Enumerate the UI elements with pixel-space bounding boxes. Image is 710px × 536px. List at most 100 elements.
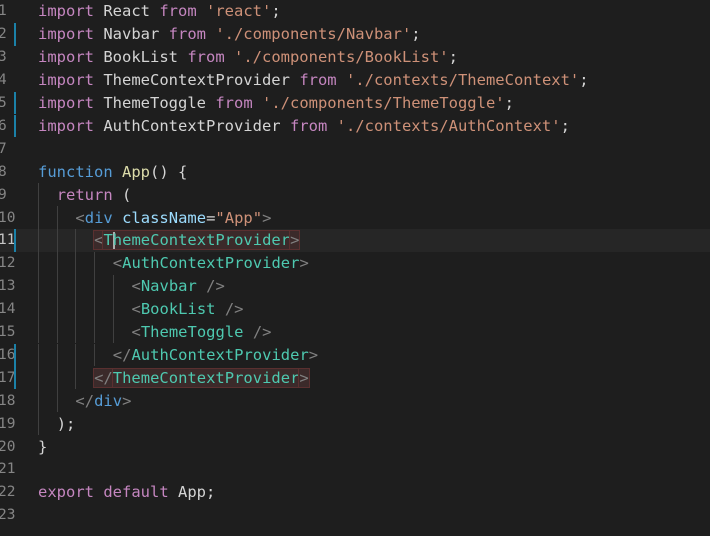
code-token: from bbox=[187, 48, 225, 67]
code-text[interactable]: return ( bbox=[38, 183, 131, 207]
code-line[interactable]: 5 import ThemeToggle from './components/T… bbox=[0, 91, 710, 115]
line-gutter: 6 bbox=[0, 114, 38, 138]
line-number: 8 bbox=[0, 163, 7, 180]
line-gutter: 20 bbox=[0, 435, 38, 458]
code-token: import bbox=[38, 25, 94, 44]
code-token: React bbox=[94, 2, 160, 21]
code-line[interactable]: 7 bbox=[0, 137, 710, 160]
code-token: } bbox=[38, 437, 48, 456]
code-line[interactable]: 22 export default App; bbox=[0, 481, 710, 504]
code-token: BookList bbox=[140, 300, 216, 319]
line-gutter: 18 bbox=[0, 389, 38, 412]
code-text[interactable]: < ThemeContextProvider > bbox=[38, 229, 301, 252]
code-text[interactable]: export default App; bbox=[38, 481, 215, 504]
indent-guide bbox=[94, 297, 96, 321]
code-token: div bbox=[84, 208, 113, 227]
indent-guide bbox=[56, 274, 58, 298]
line-gutter: 13 bbox=[0, 275, 38, 298]
code-token: < bbox=[131, 300, 141, 319]
code-line[interactable]: 19); bbox=[0, 412, 710, 436]
code-text[interactable]: < ThemeToggle /> bbox=[38, 320, 272, 344]
code-text[interactable]: function App() { bbox=[38, 160, 187, 183]
code-token: /> bbox=[215, 300, 244, 319]
code-text[interactable]: import BookList from './components/BookL… bbox=[38, 46, 458, 69]
code-line[interactable]: 4 import ThemeContextProvider from './con… bbox=[0, 69, 710, 92]
line-gutter: 10 bbox=[0, 206, 38, 229]
code-text[interactable]: } bbox=[38, 435, 47, 458]
code-line[interactable]: 10 < div className = "App" > bbox=[0, 206, 710, 229]
code-line[interactable]: 3 import BookList from './components/Book… bbox=[0, 46, 710, 69]
line-number: 5 bbox=[0, 95, 7, 112]
code-line[interactable]: 14 < BookList /> bbox=[0, 297, 710, 321]
code-text[interactable]: < BookList /> bbox=[38, 297, 244, 321]
code-token: AuthContextProvider bbox=[131, 345, 309, 364]
line-number: 18 bbox=[0, 392, 16, 409]
line-number: 2 bbox=[0, 26, 7, 43]
line-number: 6 bbox=[0, 117, 7, 134]
code-token: > bbox=[308, 345, 319, 364]
code-text[interactable]: ); bbox=[38, 412, 75, 436]
code-token: </ bbox=[93, 367, 114, 388]
code-text[interactable]: import AuthContextProvider from './conte… bbox=[38, 115, 570, 138]
code-line[interactable]: 13 < Navbar /> bbox=[0, 274, 710, 298]
code-text[interactable]: import React from 'react'; bbox=[38, 0, 281, 23]
code-line[interactable]: 18 </div > bbox=[0, 389, 710, 413]
indent-guide bbox=[75, 297, 77, 321]
code-text[interactable]: </AuthContextProvider > bbox=[38, 343, 319, 367]
code-token: from bbox=[168, 25, 206, 44]
indent-guide bbox=[75, 343, 77, 367]
modified-line-marker bbox=[14, 22, 16, 46]
code-token: Navbar bbox=[94, 25, 169, 44]
line-number: 7 bbox=[0, 140, 7, 157]
code-text[interactable]: import ThemeContextProvider from './cont… bbox=[38, 69, 589, 92]
code-line[interactable]: 12 < AuthContextProvider > bbox=[0, 251, 710, 275]
code-editor[interactable]: 1 import React from 'react'; 2 import Navba… bbox=[0, 0, 710, 536]
code-line[interactable]: 17 </ThemeContextProvider > bbox=[0, 366, 710, 390]
code-text[interactable]: < Navbar /> bbox=[38, 274, 225, 298]
line-number: 14 bbox=[0, 301, 16, 318]
code-text[interactable]: import Navbar from './components/Navbar'… bbox=[38, 23, 421, 46]
code-line[interactable]: 15 < ThemeToggle /> bbox=[0, 320, 710, 344]
line-gutter: 3 bbox=[0, 46, 38, 69]
code-token: 'react' bbox=[196, 2, 272, 21]
code-text[interactable]: </ThemeContextProvider > bbox=[38, 366, 310, 390]
code-text[interactable]: import ThemeToggle from './components/Th… bbox=[38, 92, 514, 115]
code-line[interactable]: 23 bbox=[0, 504, 710, 527]
line-number: 4 bbox=[0, 72, 7, 89]
indent-guide bbox=[75, 320, 77, 344]
code-token: import bbox=[38, 94, 94, 113]
indent-guide bbox=[112, 320, 114, 344]
line-gutter: 7 bbox=[0, 137, 38, 160]
code-token: from bbox=[299, 71, 337, 90]
code-line[interactable]: 6 import AuthContextProvider from './cont… bbox=[0, 114, 710, 138]
code-text[interactable]: < div className = "App" > bbox=[38, 206, 271, 229]
code-line[interactable]: 1 import React from 'react'; bbox=[0, 0, 710, 23]
code-line[interactable]: 8 function App() { bbox=[0, 160, 710, 183]
code-line[interactable]: 16 </AuthContextProvider > bbox=[0, 343, 710, 367]
code-token: ThemeContextProvider bbox=[102, 230, 292, 251]
code-line[interactable]: 21 bbox=[0, 458, 710, 481]
code-line[interactable]: 20} bbox=[0, 435, 710, 458]
line-number: 15 bbox=[0, 324, 16, 341]
code-token: './contexts/AuthContext' bbox=[327, 116, 561, 135]
indent-guide bbox=[94, 274, 96, 298]
code-token: './contexts/ThemeContext' bbox=[336, 71, 580, 90]
code-token: < bbox=[131, 323, 141, 342]
indent-guide bbox=[56, 297, 58, 321]
code-token: import bbox=[38, 116, 94, 135]
code-text[interactable]: < AuthContextProvider > bbox=[38, 251, 309, 275]
code-token: ; bbox=[411, 25, 421, 44]
code-line[interactable]: 11 < ThemeContextProvider > bbox=[0, 229, 710, 252]
code-text[interactable]: </div > bbox=[38, 389, 131, 413]
code-line[interactable]: 9 return ( bbox=[0, 183, 710, 207]
code-token-char: T bbox=[103, 231, 113, 250]
code-line[interactable]: 2 import Navbar from './components/Navbar… bbox=[0, 22, 710, 46]
code-token: App; bbox=[168, 483, 216, 502]
code-token: export bbox=[38, 483, 94, 502]
line-gutter: 5 bbox=[0, 91, 38, 115]
indent-guide bbox=[38, 389, 39, 413]
line-gutter: 11 bbox=[0, 229, 38, 252]
indent-guide bbox=[38, 183, 39, 207]
code-token: > bbox=[298, 367, 310, 388]
